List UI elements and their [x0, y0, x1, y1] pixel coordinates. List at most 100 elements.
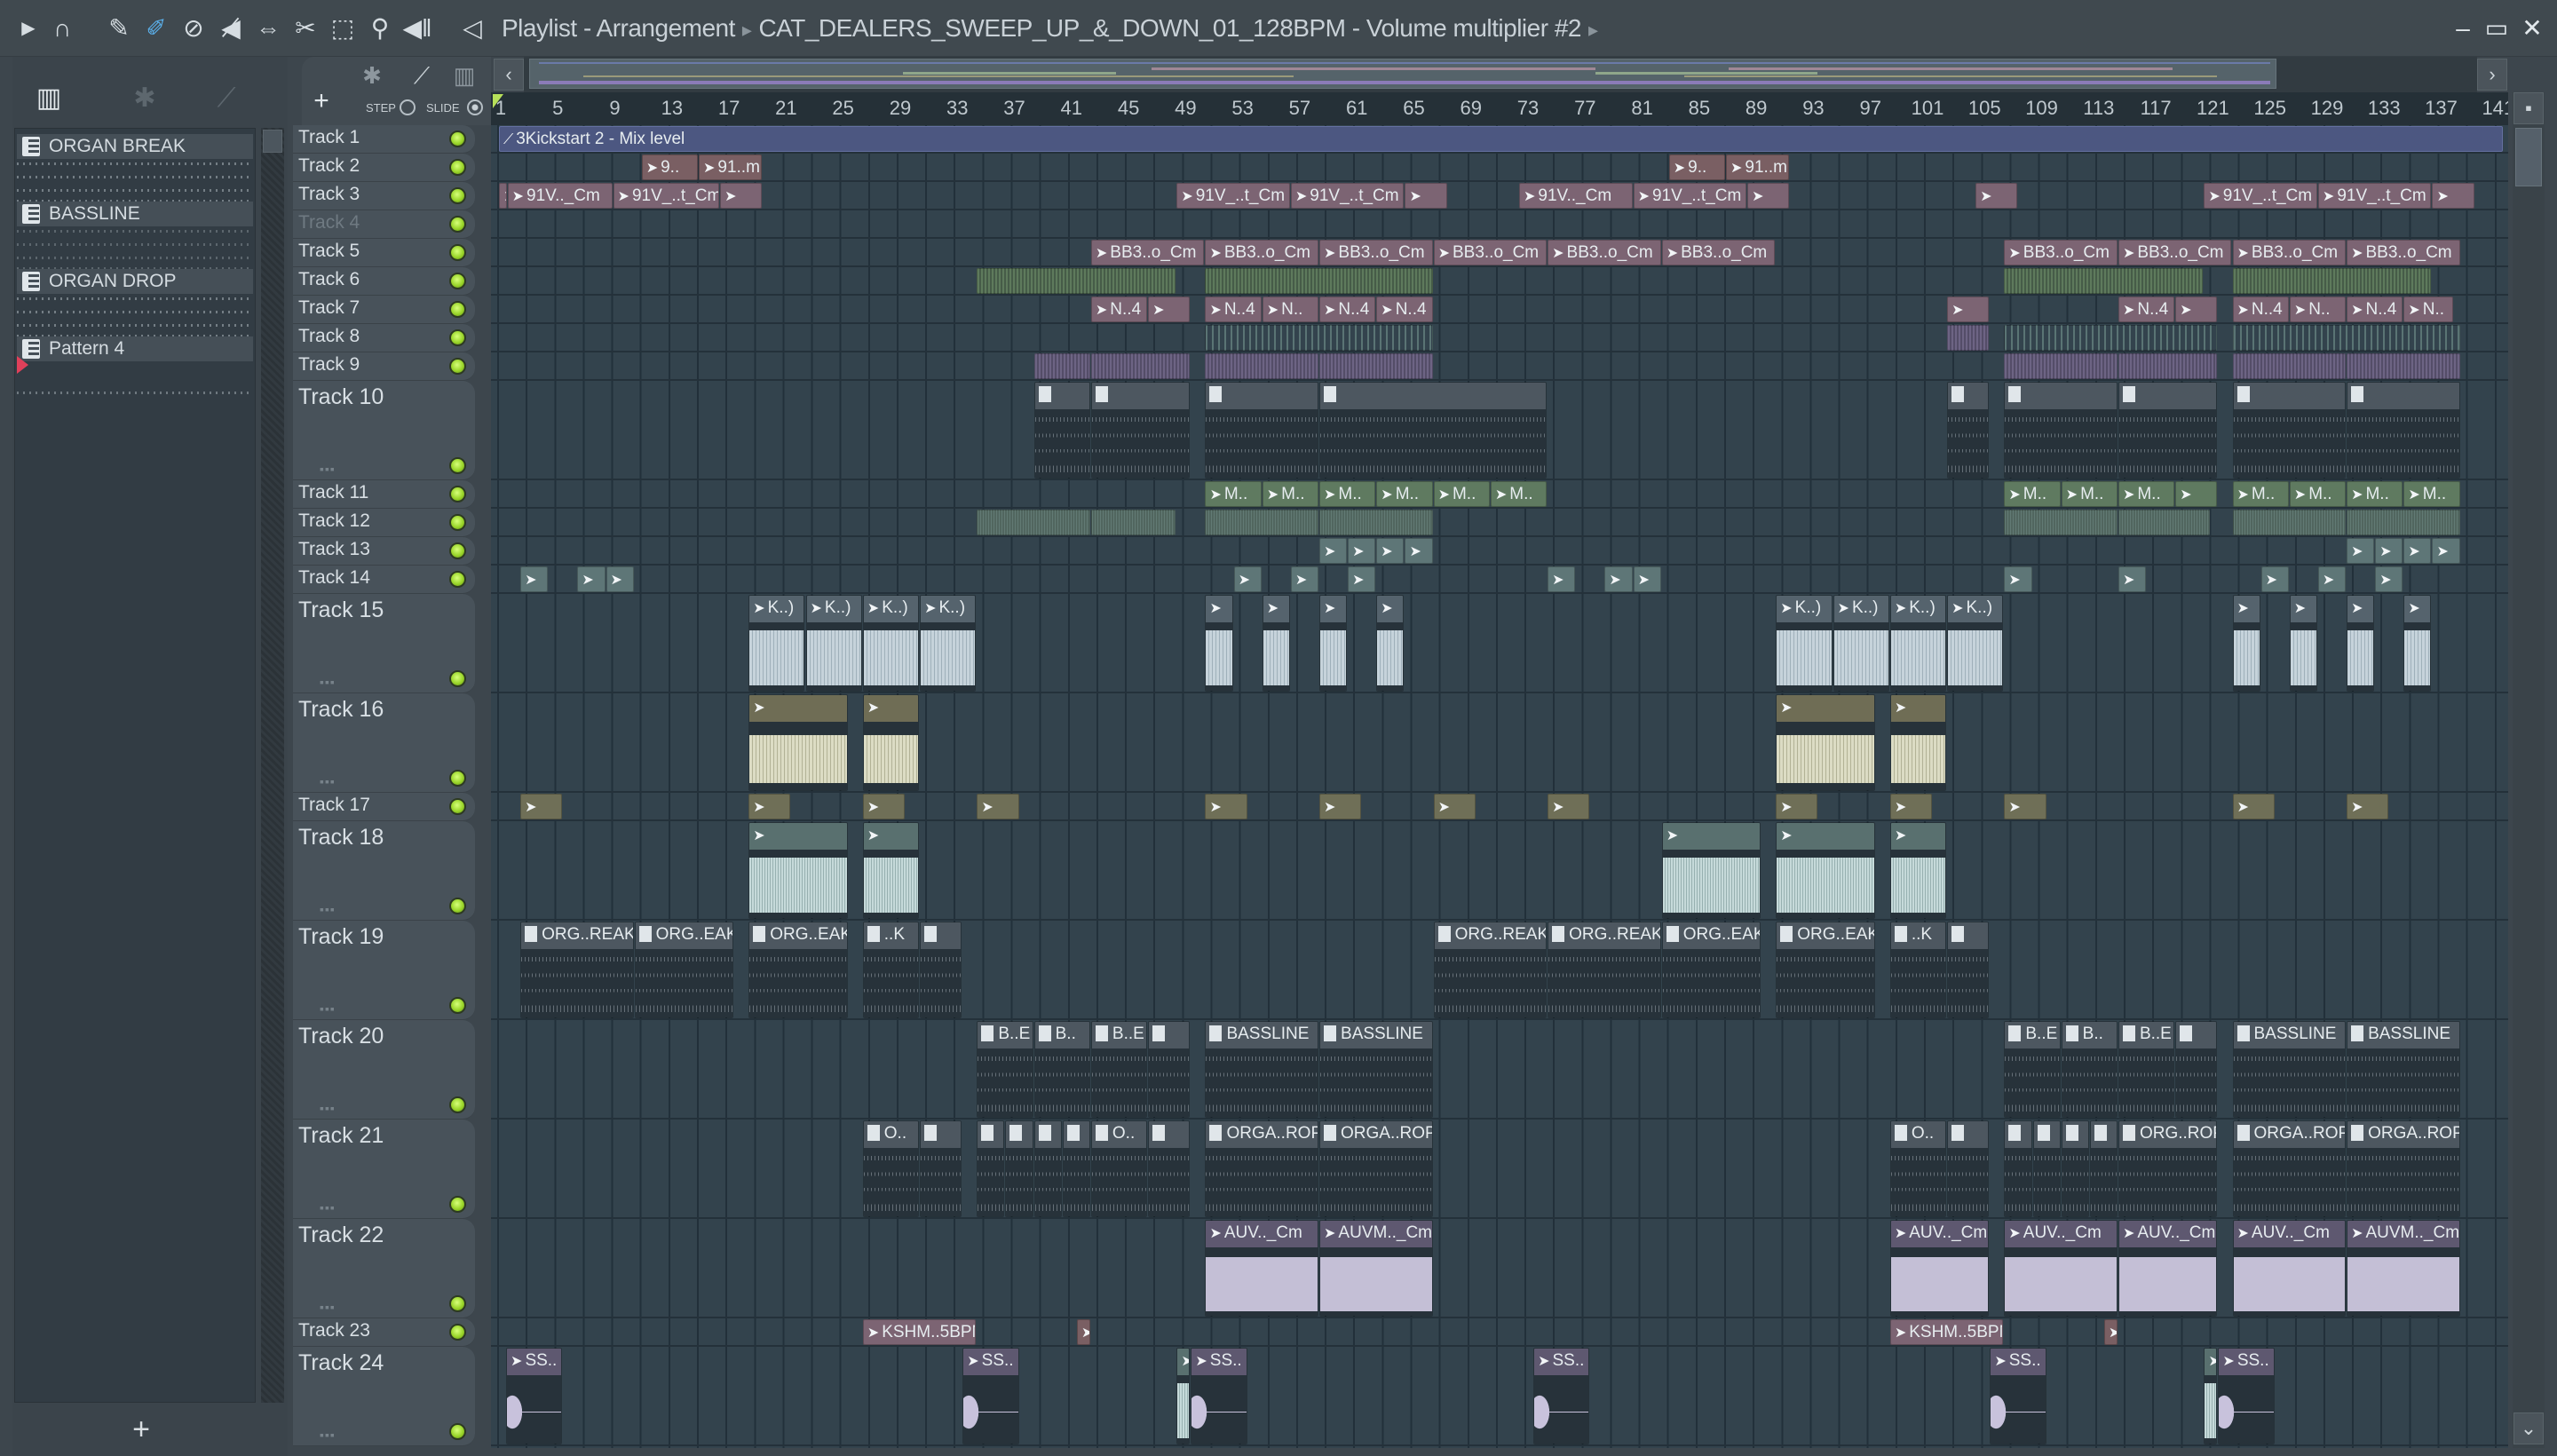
- track-resize-handle[interactable]: ▪▪▪: [320, 902, 336, 916]
- clip[interactable]: ➤: [1205, 794, 1247, 819]
- track-resize-handle[interactable]: ▪▪▪: [320, 1001, 336, 1016]
- clip[interactable]: ➤: [862, 822, 920, 919]
- clip[interactable]: ➤: [2403, 538, 2432, 564]
- track-resize-handle[interactable]: ▪▪▪: [320, 1101, 336, 1115]
- clip[interactable]: ORGA..ROP: [1319, 1120, 1433, 1217]
- clip[interactable]: ➤ N..4: [2232, 297, 2289, 322]
- clip[interactable]: ORGA..ROP: [2232, 1120, 2347, 1217]
- clip[interactable]: ➤: [2403, 595, 2432, 692]
- track-resize-handle[interactable]: ▪▪▪: [320, 462, 336, 476]
- clip[interactable]: ➤ BB3..o_Cm: [2004, 240, 2118, 265]
- track-mute-led[interactable]: [449, 1324, 466, 1341]
- track-mute-led[interactable]: [449, 542, 466, 559]
- clip[interactable]: [1319, 353, 1433, 379]
- clip[interactable]: ➤ 91V_..t_Cm: [2317, 183, 2432, 209]
- clip[interactable]: ➤: [1148, 297, 1191, 322]
- select-icon[interactable]: ⬚: [327, 12, 359, 44]
- clip[interactable]: ➤ 91..m: [698, 154, 763, 180]
- slice-icon[interactable]: ✂: [289, 12, 321, 44]
- clip[interactable]: ➤: [2347, 794, 2389, 819]
- track-header[interactable]: Track 13: [293, 537, 475, 566]
- clip[interactable]: ➤ 91..m: [1726, 154, 1790, 180]
- clip[interactable]: ➤ M..: [1490, 481, 1548, 507]
- clip[interactable]: [2232, 268, 2432, 294]
- clip[interactable]: ➤: [1076, 1319, 1090, 1345]
- clip[interactable]: [1033, 1120, 1062, 1217]
- clip[interactable]: ➤: [520, 794, 563, 819]
- clip[interactable]: [1319, 382, 1548, 479]
- clip[interactable]: [1205, 268, 1433, 294]
- clip[interactable]: ➤ K..): [1889, 595, 1947, 692]
- clip[interactable]: ➤ AUVM.._Cm: [2347, 1220, 2460, 1317]
- clip[interactable]: [1205, 510, 1318, 535]
- track-mute-led[interactable]: [449, 329, 466, 346]
- clip[interactable]: ➤ N..4: [1090, 297, 1148, 322]
- clip[interactable]: ➤ BB3..o_Cm: [2118, 240, 2232, 265]
- clip[interactable]: ➤: [720, 183, 763, 209]
- minimize-button[interactable]: –: [2447, 12, 2479, 44]
- piano-roll-icon[interactable]: ▥: [27, 76, 71, 121]
- track-header[interactable]: Track 8: [293, 324, 475, 352]
- clip[interactable]: ➤ M..: [1376, 481, 1433, 507]
- clip[interactable]: ➤: [1776, 822, 1875, 919]
- clip[interactable]: ➤ 9..: [1668, 154, 1725, 180]
- clip[interactable]: ➤: [2004, 566, 2032, 592]
- clip[interactable]: ➤: [2232, 595, 2260, 692]
- track-mute-led[interactable]: [449, 1096, 466, 1113]
- clip[interactable]: B..E: [1090, 1021, 1148, 1118]
- track-resize-handle[interactable]: ▪▪▪: [320, 774, 336, 788]
- slip-icon[interactable]: ⇔: [252, 12, 284, 44]
- clip[interactable]: [1319, 510, 1433, 535]
- clip[interactable]: [2004, 268, 2204, 294]
- clip[interactable]: ➤ SS..: [962, 1348, 1019, 1444]
- clip[interactable]: ➤: [1405, 183, 1447, 209]
- clip[interactable]: ➤ BB3..o_Cm: [1319, 240, 1433, 265]
- clip[interactable]: ➤ BB3..o_Cm: [2232, 240, 2347, 265]
- clip[interactable]: BASSLINE: [1319, 1021, 1433, 1118]
- clip[interactable]: ➤ SS..: [1533, 1348, 1590, 1444]
- track-mute-led[interactable]: [449, 997, 466, 1014]
- clip[interactable]: ..K: [1889, 922, 1947, 1018]
- clip[interactable]: ➤: [1205, 595, 1233, 692]
- clip[interactable]: ➤ M..: [1262, 481, 1318, 507]
- clip[interactable]: ➤: [1947, 297, 1990, 322]
- track-header[interactable]: Track 5: [293, 239, 475, 267]
- track-mute-led[interactable]: [449, 514, 466, 531]
- clip[interactable]: ➤: [862, 694, 920, 791]
- clip[interactable]: ➤: [1548, 794, 1590, 819]
- track-header[interactable]: Track 3: [293, 182, 475, 210]
- automation-icon[interactable]: ⟋: [405, 60, 439, 91]
- clip[interactable]: ➤ BB3..o_Cm: [1433, 240, 1548, 265]
- magnet-snap-icon[interactable]: ∩: [46, 12, 78, 44]
- track-header[interactable]: Track 7: [293, 296, 475, 324]
- track-header[interactable]: Track 2: [293, 154, 475, 182]
- delete-icon[interactable]: ⊘: [178, 12, 210, 44]
- clip[interactable]: ➤: [1319, 794, 1362, 819]
- track-header[interactable]: Track 6: [293, 267, 475, 296]
- clip[interactable]: ➤: [1889, 822, 1947, 919]
- clip[interactable]: ➤ M..: [2347, 481, 2403, 507]
- clip[interactable]: ➤: [1348, 538, 1376, 564]
- picker-scroll-thumb[interactable]: [263, 130, 282, 153]
- clip[interactable]: ➤ BB3..o_Cm: [1205, 240, 1318, 265]
- track-header[interactable]: Track 20 ▪▪▪: [293, 1020, 475, 1120]
- clip[interactable]: [1033, 382, 1090, 479]
- clip[interactable]: ORG..EAK: [634, 922, 734, 1018]
- clip[interactable]: ➤ AUV.._Cm: [2118, 1220, 2218, 1317]
- track-mute-led[interactable]: [449, 159, 466, 176]
- clip[interactable]: [1205, 382, 1318, 479]
- clip[interactable]: ➤: [2289, 595, 2317, 692]
- clip[interactable]: ➤ SS..: [1191, 1348, 1247, 1444]
- clip[interactable]: [1033, 353, 1090, 379]
- pattern-item-pattern-4[interactable]: Pattern 4: [17, 336, 253, 361]
- clip[interactable]: ➤: [1262, 595, 1290, 692]
- track-mute-led[interactable]: [449, 216, 466, 233]
- clip[interactable]: O..: [1090, 1120, 1148, 1217]
- clip[interactable]: [1205, 325, 1433, 351]
- clip[interactable]: ➤ 91V.._Cm: [1519, 183, 1633, 209]
- clip[interactable]: ➤: [2004, 794, 2046, 819]
- clip[interactable]: ➤ N..: [1262, 297, 1318, 322]
- clip[interactable]: ➤: [1176, 1348, 1191, 1444]
- close-button[interactable]: ✕: [2516, 12, 2548, 44]
- clip[interactable]: [1205, 353, 1318, 379]
